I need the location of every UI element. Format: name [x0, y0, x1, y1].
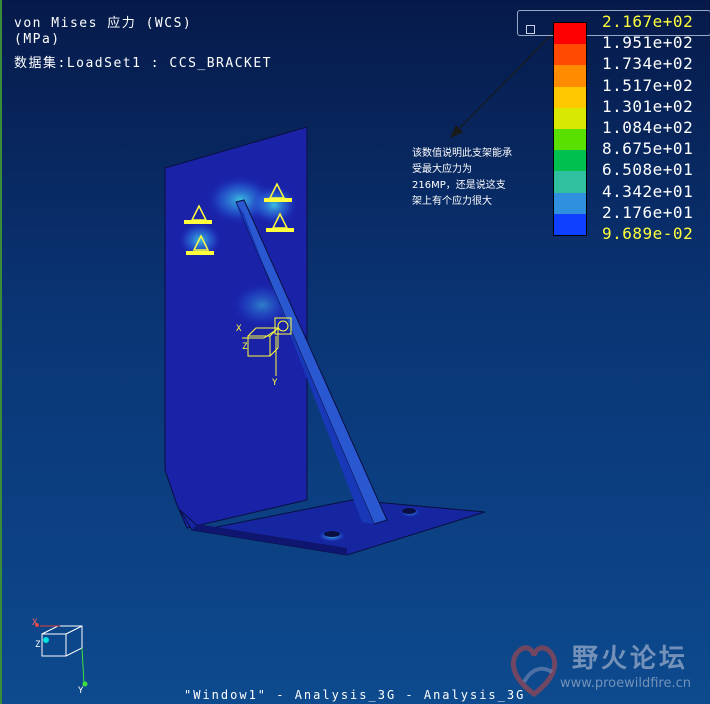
fringe-colorbar [553, 22, 587, 236]
legend-value: 1.734e+02 [602, 54, 694, 74]
legend-marker-icon[interactable] [526, 25, 535, 34]
legend-value: 6.508e+01 [602, 160, 694, 180]
legend-value: 2.167e+02 [602, 12, 694, 31]
colorbar-band [554, 128, 586, 151]
dataset-label: 数据集:LoadSet1 : CCS_BRACKET [14, 56, 273, 71]
watermark-url: www.proewildfire.cn [560, 676, 691, 691]
annotation-leader [449, 27, 559, 139]
legend-value: 9.689e-02 [602, 224, 694, 243]
result-units: (MPa) [14, 32, 61, 47]
colorbar-band [554, 171, 586, 193]
legend-value: 1.517e+02 [602, 75, 694, 95]
colorbar-band [554, 107, 586, 129]
results-viewport[interactable]: von Mises 应力 (WCS) (MPa) 数据集:LoadSet1 : … [0, 0, 710, 704]
legend-value: 8.675e+01 [602, 139, 694, 159]
colorbar-band [554, 23, 586, 45]
model-triad-z-label: Z [242, 342, 248, 352]
colorbar-band [554, 150, 586, 172]
legend-value: 2.176e+01 [602, 202, 694, 222]
legend-value: 1.084e+02 [602, 118, 694, 137]
colorbar-band [554, 44, 586, 66]
window-caption: "Window1" - Analysis_3G - Analysis_3G [184, 688, 526, 702]
result-title: von Mises 应力 (WCS) [14, 16, 193, 31]
watermark-title: 野火论坛 [572, 644, 689, 674]
colorbar-band [554, 86, 586, 108]
annotation-note: 该数值说明此支架能承受最大应力为216MP，还是说这支架上有个应力很大 [412, 148, 512, 207]
colorbar-band [554, 65, 586, 87]
colorbar-band [554, 213, 586, 235]
legend-value: 1.301e+02 [602, 96, 694, 116]
corner-triad-x-label: X [32, 618, 38, 628]
model-triad-x-label: X [236, 324, 242, 334]
legend-value: 4.342e+01 [602, 181, 694, 201]
forum-watermark: 野火论坛 www.proewildfire.cn [500, 636, 710, 702]
legend-value: 1.951e+02 [602, 33, 694, 53]
corner-triad-z-label: Z [35, 640, 41, 650]
corner-triad-y-label: Y [78, 686, 84, 696]
view-orientation-triad [40, 625, 85, 685]
model-triad-y-label: Y [272, 378, 278, 388]
colorbar-band [554, 192, 586, 214]
